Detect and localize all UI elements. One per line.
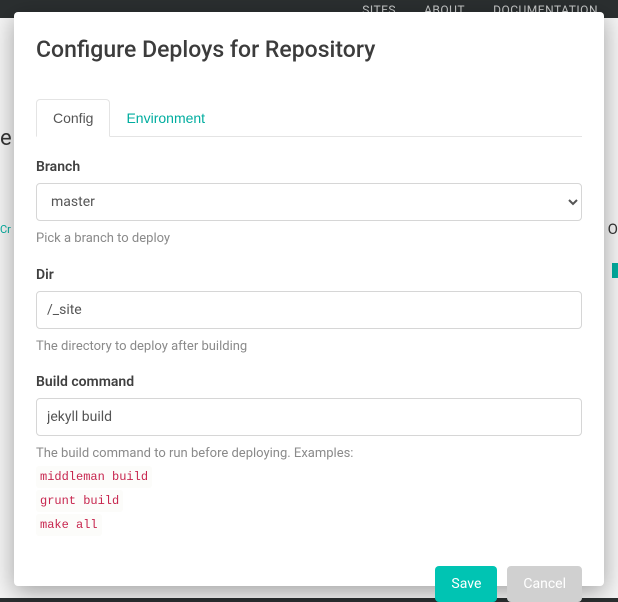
build-group: Build command The build command to run b… [36, 374, 582, 536]
build-help: The build command to run before deployin… [36, 444, 582, 536]
dir-input[interactable] [36, 291, 582, 329]
branch-help: Pick a branch to deploy [36, 229, 582, 249]
dir-group: Dir The directory to deploy after buildi… [36, 267, 582, 357]
tabs: Config Environment [36, 99, 582, 137]
tab-environment[interactable]: Environment [110, 99, 221, 136]
bg-cr-label: Cr [0, 223, 11, 236]
dir-label: Dir [36, 267, 582, 283]
configure-deploys-modal: Configure Deploys for Repository Config … [14, 12, 604, 586]
modal-footer: Save Cancel [36, 554, 582, 602]
build-input[interactable] [36, 398, 582, 436]
bg-letter-e: e [0, 126, 12, 151]
save-button[interactable]: Save [435, 566, 497, 602]
build-example-0: middleman build [36, 466, 152, 488]
dir-help: The directory to deploy after building [36, 337, 582, 357]
branch-group: Branch master Pick a branch to deploy [36, 159, 582, 249]
build-example-1: grunt build [36, 490, 123, 512]
build-label: Build command [36, 374, 582, 390]
config-panel: Branch master Pick a branch to deploy Di… [36, 137, 582, 554]
branch-label: Branch [36, 159, 582, 175]
build-help-prefix: The build command to run before deployin… [36, 446, 353, 461]
bg-teal-slice [612, 263, 618, 278]
cancel-button[interactable]: Cancel [507, 566, 582, 602]
branch-select[interactable]: master [36, 183, 582, 221]
modal-title: Configure Deploys for Repository [36, 36, 582, 63]
bg-letter-o: O [608, 220, 618, 238]
build-example-2: make all [36, 514, 102, 536]
tab-config[interactable]: Config [36, 99, 110, 137]
